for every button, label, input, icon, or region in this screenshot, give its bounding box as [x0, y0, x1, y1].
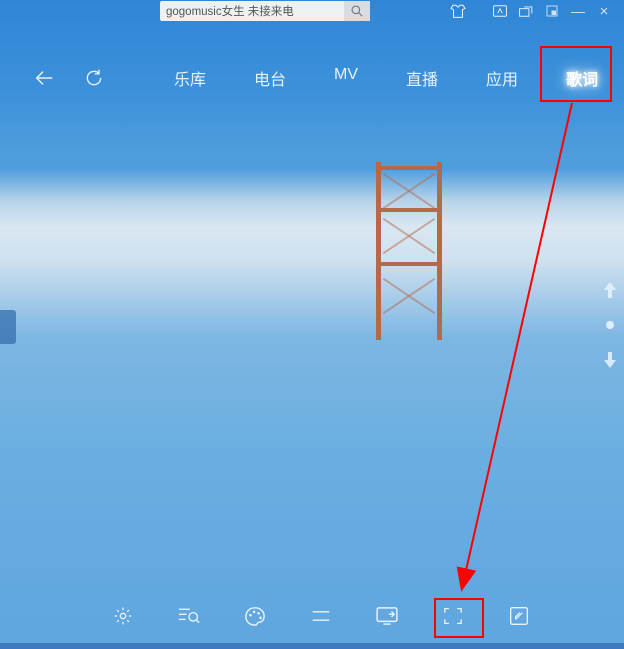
edit-lyrics-button[interactable]: [506, 603, 532, 629]
scroll-up-button[interactable]: [604, 282, 616, 298]
cast-icon: [376, 607, 398, 625]
tab-music-library[interactable]: 乐库: [160, 60, 220, 96]
shirt-icon: [450, 4, 466, 18]
search-lyrics-button[interactable]: [176, 603, 202, 629]
search-icon: [350, 4, 364, 18]
palette-icon: [244, 606, 266, 626]
fullscreen-button[interactable]: [440, 603, 466, 629]
dot-icon: [605, 320, 615, 330]
side-scroll-controls: [604, 282, 616, 368]
title-bar: — ×: [0, 0, 624, 22]
desktop-lyrics-button[interactable]: [492, 3, 508, 19]
nav-row: 乐库 电台 MV 直播 应用 歌词: [0, 58, 624, 98]
tab-radio[interactable]: 电台: [240, 60, 300, 96]
lyrics-mini-icon: [493, 5, 507, 17]
search-button[interactable]: [344, 1, 370, 21]
minimize-button[interactable]: —: [570, 3, 586, 19]
search-input[interactable]: [160, 3, 344, 19]
playlist-button[interactable]: [308, 603, 334, 629]
mini-mode-button[interactable]: [544, 3, 560, 19]
scroll-down-button[interactable]: [604, 352, 616, 368]
tab-live[interactable]: 直播: [392, 60, 452, 96]
tab-mv[interactable]: MV: [320, 60, 372, 96]
window-controls: — ×: [450, 3, 624, 19]
refresh-button[interactable]: [80, 64, 108, 92]
edit-icon: [509, 606, 529, 626]
tab-apps[interactable]: 应用: [472, 60, 532, 96]
skin-button[interactable]: [450, 3, 466, 19]
back-button[interactable]: [30, 64, 58, 92]
arrow-left-icon: [33, 67, 55, 89]
arrow-down-icon: [604, 352, 616, 368]
refresh-icon: [84, 68, 104, 88]
mini-icon: [546, 5, 558, 17]
left-drawer-handle[interactable]: [0, 310, 16, 344]
main-tabs: 乐库 电台 MV 直播 应用 歌词: [160, 60, 612, 96]
gear-icon: [113, 606, 133, 626]
search-box: [160, 1, 370, 21]
fullscreen-icon: [443, 607, 463, 625]
theme-button[interactable]: [242, 603, 268, 629]
bridge-tower-illustration: [376, 150, 442, 340]
popup-icon: [519, 5, 533, 17]
close-button[interactable]: ×: [596, 3, 612, 19]
scroll-dot[interactable]: [605, 320, 615, 330]
search-in-icon: [178, 606, 200, 626]
bottom-strip: [0, 643, 624, 649]
tab-lyrics[interactable]: 歌词: [552, 60, 612, 96]
settings-button[interactable]: [110, 603, 136, 629]
lyrics-toolbar: [0, 595, 624, 637]
arrow-up-icon: [604, 282, 616, 298]
cast-button[interactable]: [374, 603, 400, 629]
list-icon: [311, 609, 331, 623]
remote-button[interactable]: [518, 3, 534, 19]
